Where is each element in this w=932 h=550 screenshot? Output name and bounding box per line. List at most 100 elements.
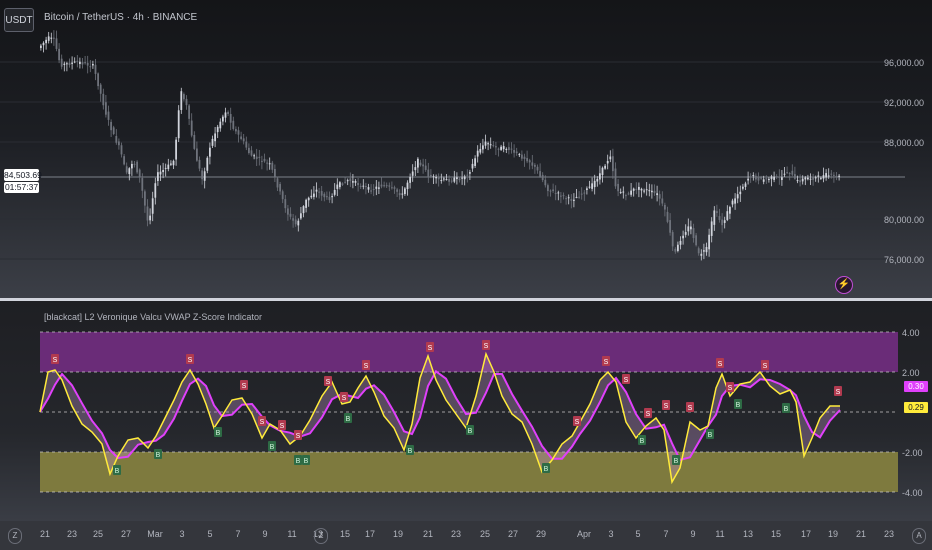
candle-body [175, 139, 177, 160]
candle-body [705, 247, 708, 253]
candle-body [684, 232, 687, 235]
candle-body [588, 186, 591, 188]
candle-body [531, 162, 534, 166]
candle-body [625, 195, 627, 197]
candle-body [458, 178, 461, 181]
candle-body [224, 112, 227, 118]
time-label: 17 [364, 529, 376, 539]
sell-signal-text: S [428, 345, 433, 352]
candle-body [476, 150, 479, 157]
candle-body [279, 184, 281, 192]
candle-body [437, 177, 440, 180]
candle-body [495, 146, 497, 148]
candle-body [50, 37, 53, 39]
candle-body [635, 188, 638, 190]
candle-body [736, 194, 739, 199]
candle-body [578, 196, 580, 198]
lightning-icon[interactable]: ⚡ [835, 276, 853, 294]
candle-body [136, 161, 138, 173]
candle-body [378, 187, 380, 189]
candle-body [159, 171, 162, 175]
candle-body [510, 148, 513, 150]
candle-body [770, 176, 773, 180]
candle-body [245, 141, 248, 148]
candle-body [523, 156, 526, 160]
candle-body [40, 45, 42, 48]
candle-body [482, 145, 484, 150]
candle-body [838, 175, 840, 177]
candle-body [788, 173, 791, 175]
candle-body [144, 191, 146, 206]
sell-signal-text: S [728, 385, 733, 392]
auto-scale-button[interactable]: A [912, 528, 926, 544]
candle-body [716, 211, 718, 213]
buy-signal-text: B [304, 458, 309, 465]
candle-body [385, 185, 388, 187]
candle-body [66, 63, 68, 65]
candle-body [773, 176, 775, 180]
buy-signal-text: B [468, 428, 473, 435]
candle-body [276, 178, 279, 188]
candle-body [622, 191, 625, 193]
candle-body [742, 186, 744, 189]
candle-body [115, 136, 118, 143]
candle-body [201, 170, 203, 180]
time-label: 21 [39, 529, 51, 539]
candle-body [417, 158, 419, 168]
candle-body [406, 182, 409, 190]
candle-body [801, 178, 804, 182]
candle-body [294, 219, 297, 225]
sell-signal-text: S [604, 359, 609, 366]
candle-body [401, 193, 404, 195]
candle-body [461, 177, 463, 179]
candle-body [427, 169, 430, 177]
buy-signal-text: B [736, 402, 741, 409]
sell-signal-text: S [575, 419, 580, 426]
scale-left-button[interactable]: Z [8, 528, 22, 544]
candle-body [575, 196, 578, 198]
candle-body [128, 168, 131, 175]
candle-body [326, 196, 328, 198]
candle-body [422, 164, 424, 167]
scale-mid-button[interactable]: Z [314, 528, 328, 544]
candle-body [583, 192, 586, 194]
candle-body [180, 91, 183, 110]
candle-body [539, 171, 541, 177]
sell-signal-text: S [296, 433, 301, 440]
candle-body [658, 194, 661, 199]
candle-body [97, 73, 99, 87]
candle-body [692, 228, 695, 239]
candle-body [586, 188, 588, 190]
candle-body [206, 157, 209, 171]
candle-body [687, 226, 690, 232]
sell-signal-text: S [188, 357, 193, 364]
time-label: 25 [479, 529, 491, 539]
buy-signal-text: B [346, 416, 351, 423]
candle-body [570, 199, 573, 201]
candle-body [232, 120, 235, 129]
candle-body [315, 189, 318, 192]
candle-body [414, 167, 417, 171]
candle-body [193, 134, 196, 149]
candle-body [664, 204, 666, 210]
candle-body [729, 206, 731, 214]
candle-body [398, 193, 401, 196]
candle-body [456, 177, 458, 180]
candle-body [149, 215, 151, 221]
sell-signal-text: S [260, 419, 265, 426]
candle-body [388, 185, 391, 187]
buy-signal-text: B [408, 448, 413, 455]
candle-body [783, 173, 786, 175]
sell-signal-text: S [53, 357, 58, 364]
candle-body [612, 156, 614, 172]
time-label: 29 [535, 529, 547, 539]
candle-body [151, 198, 154, 214]
candle-body [547, 185, 549, 192]
candle-body [53, 37, 55, 39]
candle-body [630, 190, 632, 195]
candle-body [640, 188, 643, 191]
symbol-button[interactable]: USDT [4, 8, 34, 32]
candle-body [804, 177, 807, 180]
yellow-value-badge: 0.29 [904, 402, 928, 413]
indicator-title[interactable]: [blackcat] L2 Veronique Valcu VWAP Z-Sco… [44, 312, 262, 322]
